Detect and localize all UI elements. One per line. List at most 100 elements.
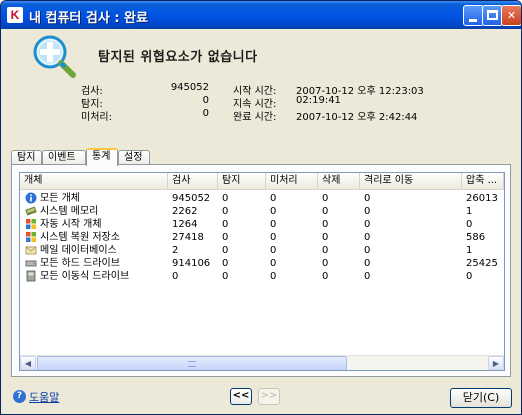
- cell-quarantined: 0: [364, 271, 371, 282]
- horizontal-scrollbar[interactable]: ◀ ▶: [20, 355, 504, 370]
- cell-detected: 0: [222, 271, 229, 282]
- cell-archives: 1: [466, 206, 473, 217]
- cell-untreated: 0: [270, 193, 277, 204]
- cell-deleted: 0: [322, 271, 329, 282]
- cell-deleted: 0: [322, 219, 329, 230]
- scroll-thumb[interactable]: [37, 356, 347, 370]
- statistics-table[interactable]: 개체 검사 탐지 미처리 삭제 격리로 이동 압축 ... 모든 개체 94505…: [19, 172, 505, 371]
- close-icon: ✕: [506, 9, 517, 22]
- cell-name: 모든 개체: [40, 193, 80, 204]
- cell-detected: 0: [222, 219, 229, 230]
- tab-detected[interactable]: 탐지: [11, 150, 42, 165]
- grip-icon: [188, 361, 196, 367]
- windows-flag-icon: [25, 231, 37, 243]
- table-header: 개체 검사 탐지 미처리 삭제 격리로 이동 압축 ...: [20, 173, 504, 190]
- cell-quarantined: 0: [364, 245, 371, 256]
- help-icon: ?: [13, 390, 26, 403]
- table-row[interactable]: 자동 시작 개체 1264 0 0 0 0 0: [20, 218, 504, 231]
- help-link[interactable]: 도움말: [29, 389, 59, 405]
- column-deleted[interactable]: 삭제: [318, 173, 360, 190]
- cell-archives: 0: [466, 219, 473, 230]
- table-row[interactable]: 시스템 메모리 2262 0 0 0 0 1: [20, 205, 504, 218]
- column-quarantined[interactable]: 격리로 이동: [360, 173, 462, 190]
- cell-untreated: 0: [270, 219, 277, 230]
- untreated-value: 0: [202, 108, 209, 119]
- table-row[interactable]: 시스템 복원 저장소 27418 0 0 0 0 586: [20, 231, 504, 244]
- duration-value: 02:19:41: [296, 95, 341, 106]
- cell-archives: 586: [466, 232, 486, 243]
- end-time-label: 완료 시간:: [233, 112, 277, 123]
- cell-archives: 25425: [466, 258, 498, 269]
- info-icon: [25, 192, 37, 204]
- window-title: 내 컴퓨터 검사 : 완료: [29, 11, 148, 26]
- cell-untreated: 0: [270, 206, 277, 217]
- cell-detected: 0: [222, 193, 229, 204]
- windows-flag-icon: [25, 218, 37, 230]
- cell-untreated: 0: [270, 232, 277, 243]
- maximize-icon: [487, 10, 498, 20]
- cell-deleted: 0: [322, 258, 329, 269]
- scroll-right-button[interactable]: ▶: [488, 356, 504, 370]
- cell-archives: 0: [466, 271, 473, 282]
- cell-name: 모든 이동식 드라이브: [40, 271, 130, 282]
- cell-quarantined: 0: [364, 193, 371, 204]
- cell-name: 시스템 메모리: [40, 206, 99, 217]
- title-bar[interactable]: K 내 컴퓨터 검사 : 완료 ✕: [1, 1, 521, 29]
- cell-untreated: 0: [270, 258, 277, 269]
- result-title: 탐지된 위협요소가 없습니다: [98, 50, 258, 65]
- memory-chip-icon: [25, 205, 37, 217]
- close-window-button[interactable]: ✕: [501, 5, 521, 26]
- cell-name: 시스템 복원 저장소: [40, 232, 120, 243]
- scroll-left-button[interactable]: ◀: [20, 356, 36, 370]
- column-untreated[interactable]: 미처리: [266, 173, 318, 190]
- close-button[interactable]: 닫기(C): [450, 388, 512, 408]
- cell-scanned: 2262: [172, 206, 198, 217]
- cell-detected: 0: [222, 232, 229, 243]
- cell-name: 모든 하드 드라이브: [40, 258, 120, 269]
- cell-quarantined: 0: [364, 206, 371, 217]
- cell-detected: 0: [222, 206, 229, 217]
- cell-detected: 0: [222, 245, 229, 256]
- kaspersky-app-icon: K: [7, 7, 23, 23]
- cell-quarantined: 0: [364, 258, 371, 269]
- tab-statistics[interactable]: 통계: [86, 148, 118, 166]
- tab-events[interactable]: 이벤트: [42, 150, 86, 165]
- cell-name: 메일 데이터베이스: [40, 245, 117, 256]
- maximize-button[interactable]: [482, 5, 503, 26]
- column-object[interactable]: 개체: [20, 173, 168, 190]
- cell-archives: 26013: [466, 193, 498, 204]
- statistics-panel: 개체 검사 탐지 미처리 삭제 격리로 이동 압축 ... 모든 개체 94505…: [11, 164, 511, 377]
- column-detected[interactable]: 탐지: [218, 173, 266, 190]
- magnifier-scan-icon: [33, 35, 76, 78]
- untreated-label: 미처리:: [81, 112, 112, 123]
- cell-quarantined: 0: [364, 232, 371, 243]
- cell-deleted: 0: [322, 245, 329, 256]
- cell-detected: 0: [222, 258, 229, 269]
- table-row[interactable]: 메일 데이터베이스 2 0 0 0 0 1: [20, 244, 504, 257]
- cell-scanned: 0: [172, 271, 179, 282]
- removable-drive-icon: [25, 270, 37, 282]
- table-row[interactable]: 모든 이동식 드라이브 0 0 0 0 0 0: [20, 270, 504, 283]
- cell-deleted: 0: [322, 193, 329, 204]
- minimize-icon: [469, 19, 477, 22]
- next-button[interactable]: >>: [258, 388, 280, 405]
- mail-icon: [25, 244, 37, 256]
- cell-scanned: 914106: [172, 258, 211, 269]
- table-row[interactable]: 모든 개체 945052 0 0 0 0 26013: [20, 192, 504, 205]
- cell-scanned: 1264: [172, 219, 198, 230]
- column-scanned[interactable]: 검사: [168, 173, 218, 190]
- column-archives[interactable]: 압축 ...: [462, 173, 504, 190]
- cell-deleted: 0: [322, 206, 329, 217]
- minimize-button[interactable]: [463, 5, 484, 26]
- previous-button[interactable]: <<: [230, 388, 252, 405]
- cell-scanned: 27418: [172, 232, 204, 243]
- table-row[interactable]: 모든 하드 드라이브 914106 0 0 0 0 25425: [20, 257, 504, 270]
- cell-scanned: 2: [172, 245, 179, 256]
- cell-untreated: 0: [270, 245, 277, 256]
- cell-scanned: 945052: [172, 193, 211, 204]
- cell-quarantined: 0: [364, 219, 371, 230]
- scanned-value: 945052: [170, 82, 209, 93]
- tab-settings[interactable]: 설정: [118, 150, 150, 165]
- cell-archives: 1: [466, 245, 473, 256]
- end-time-value: 2007-10-12 오후 2:42:44: [296, 112, 418, 123]
